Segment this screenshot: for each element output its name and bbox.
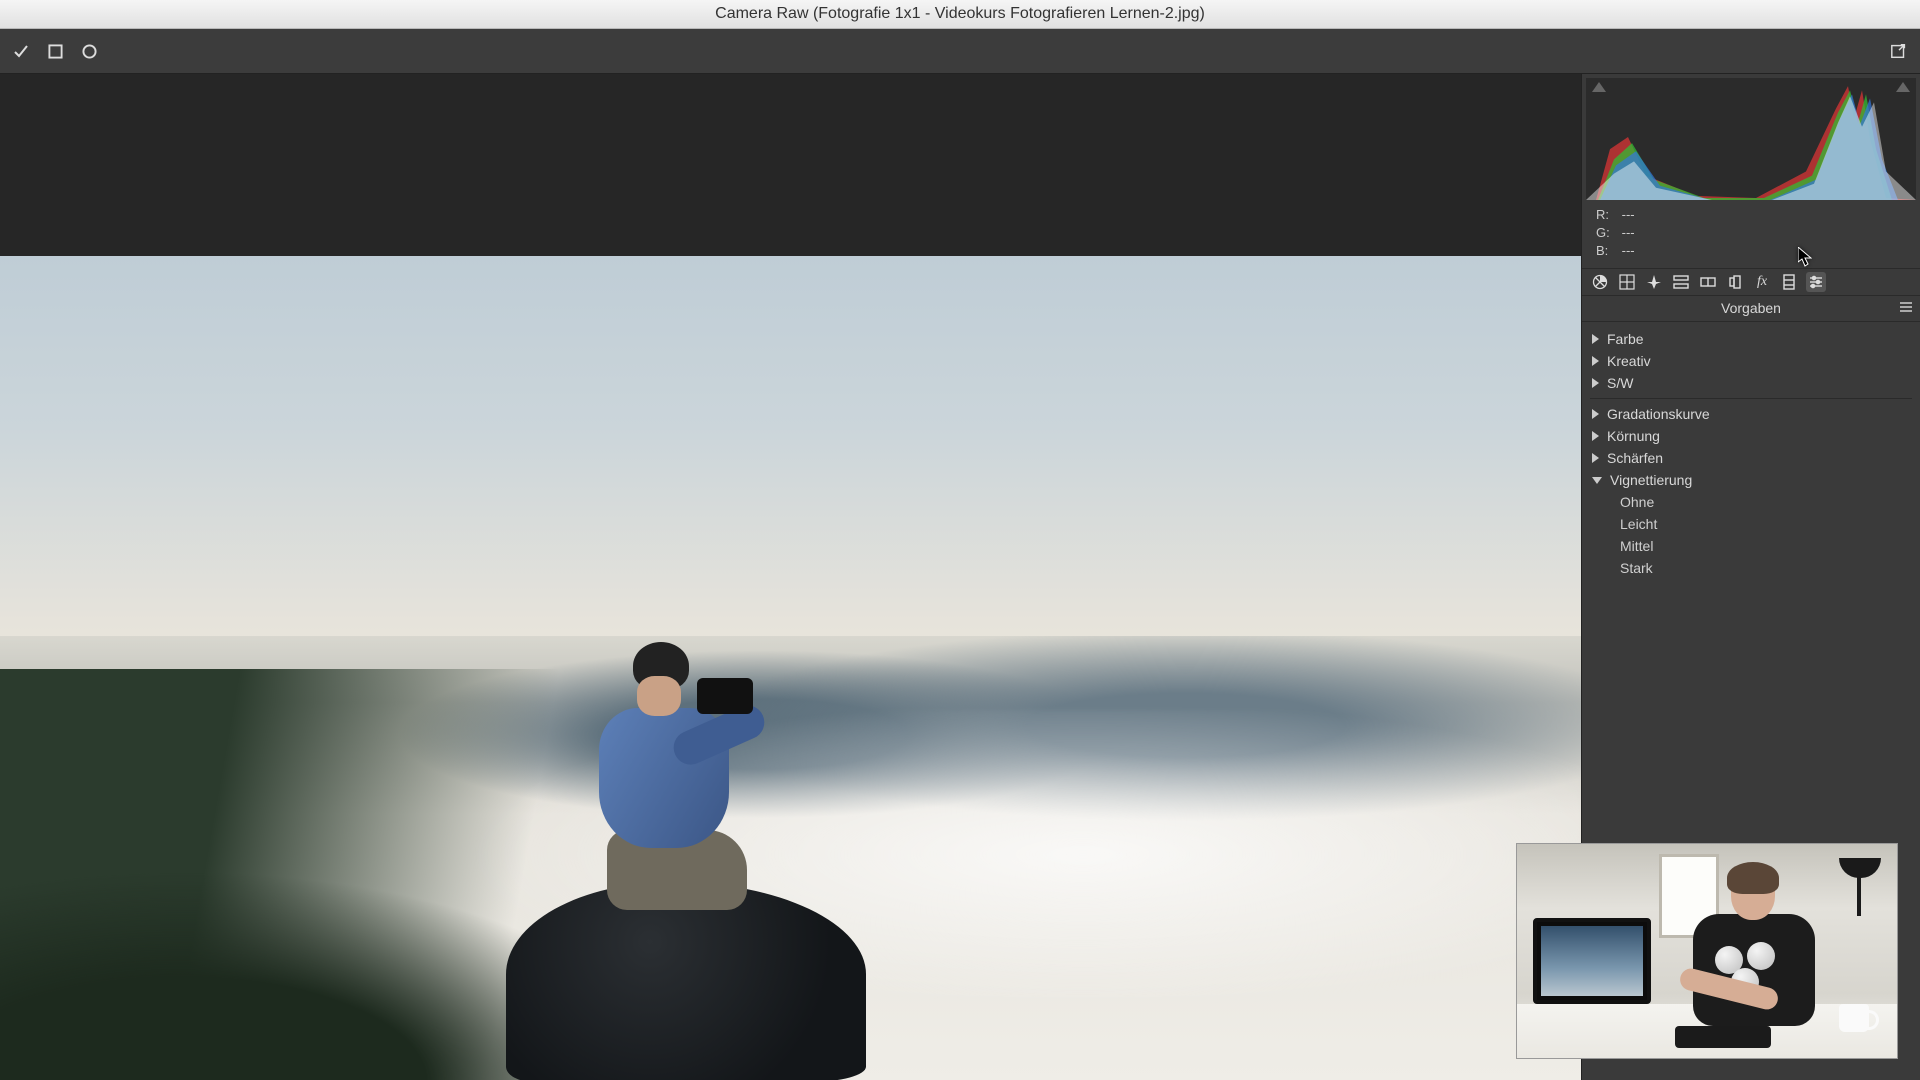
preset-group-label: Körnung — [1607, 428, 1660, 444]
presenter-webcam — [1516, 843, 1898, 1059]
preset-group-bw[interactable]: S/W — [1582, 372, 1920, 394]
tab-split-toning-icon[interactable] — [1698, 272, 1718, 292]
export-icon[interactable] — [1890, 42, 1908, 60]
tab-presets-icon[interactable] — [1806, 272, 1826, 292]
preset-item-vignette-light[interactable]: Leicht — [1582, 513, 1920, 535]
preset-group-label: Farbe — [1607, 331, 1644, 347]
histogram[interactable] — [1586, 78, 1916, 200]
preset-group-label: Vignettierung — [1610, 472, 1692, 488]
tab-lens-corrections-icon[interactable] — [1725, 272, 1745, 292]
top-toolbar — [0, 29, 1920, 74]
circle-icon[interactable] — [80, 42, 98, 60]
chevron-right-icon — [1592, 431, 1599, 441]
readout-r-label: R: — [1596, 206, 1618, 224]
chevron-right-icon — [1592, 334, 1599, 344]
chevron-right-icon — [1592, 453, 1599, 463]
panel-tab-strip: fx — [1582, 269, 1920, 296]
rgb-readout: R: --- G: --- B: --- — [1582, 200, 1920, 269]
histogram-graph — [1586, 78, 1916, 200]
tab-effects-icon[interactable]: fx — [1752, 272, 1772, 292]
chevron-down-icon — [1592, 477, 1602, 484]
readout-g-label: G: — [1596, 224, 1618, 242]
app-shell: R: --- G: --- B: --- — [0, 29, 1920, 1080]
image-viewport[interactable] — [0, 74, 1581, 1080]
preset-group-color[interactable]: Farbe — [1582, 328, 1920, 350]
preset-group-sharpen[interactable]: Schärfen — [1582, 447, 1920, 469]
preset-group-label: Kreativ — [1607, 353, 1651, 369]
readout-b-label: B: — [1596, 242, 1618, 260]
panel-title-bar: Vorgaben — [1582, 296, 1920, 322]
chevron-right-icon — [1592, 378, 1599, 388]
preset-item-vignette-medium[interactable]: Mittel — [1582, 535, 1920, 557]
preset-group-creative[interactable]: Kreativ — [1582, 350, 1920, 372]
tab-hsl-icon[interactable] — [1671, 272, 1691, 292]
window-title-bar: Camera Raw (Fotografie 1x1 - Videokurs F… — [0, 0, 1920, 29]
tab-detail-icon[interactable] — [1644, 272, 1664, 292]
confirm-icon[interactable] — [12, 42, 30, 60]
panel-menu-icon[interactable] — [1900, 302, 1912, 312]
tab-tone-curve-icon[interactable] — [1617, 272, 1637, 292]
preset-divider — [1590, 398, 1912, 399]
tab-calibration-icon[interactable] — [1779, 272, 1799, 292]
preset-item-vignette-none[interactable]: Ohne — [1582, 491, 1920, 513]
chevron-right-icon — [1592, 409, 1599, 419]
preset-item-vignette-strong[interactable]: Stark — [1582, 557, 1920, 579]
panel-title: Vorgaben — [1721, 300, 1781, 316]
preset-group-vignette[interactable]: Vignettierung — [1582, 469, 1920, 491]
preset-group-label: S/W — [1607, 375, 1633, 391]
window-title: Camera Raw (Fotografie 1x1 - Videokurs F… — [715, 5, 1205, 22]
preset-group-curve[interactable]: Gradationskurve — [1582, 403, 1920, 425]
tab-basic-icon[interactable] — [1590, 272, 1610, 292]
square-icon[interactable] — [46, 42, 64, 60]
readout-b-value: --- — [1622, 243, 1635, 258]
preview-image — [0, 256, 1581, 1080]
chevron-right-icon — [1592, 356, 1599, 366]
preset-list: Farbe Kreativ S/W Gradationskurve — [1582, 322, 1920, 585]
readout-r-value: --- — [1622, 207, 1635, 222]
preset-group-grain[interactable]: Körnung — [1582, 425, 1920, 447]
preset-group-label: Schärfen — [1607, 450, 1663, 466]
preset-group-label: Gradationskurve — [1607, 406, 1710, 422]
readout-g-value: --- — [1622, 225, 1635, 240]
